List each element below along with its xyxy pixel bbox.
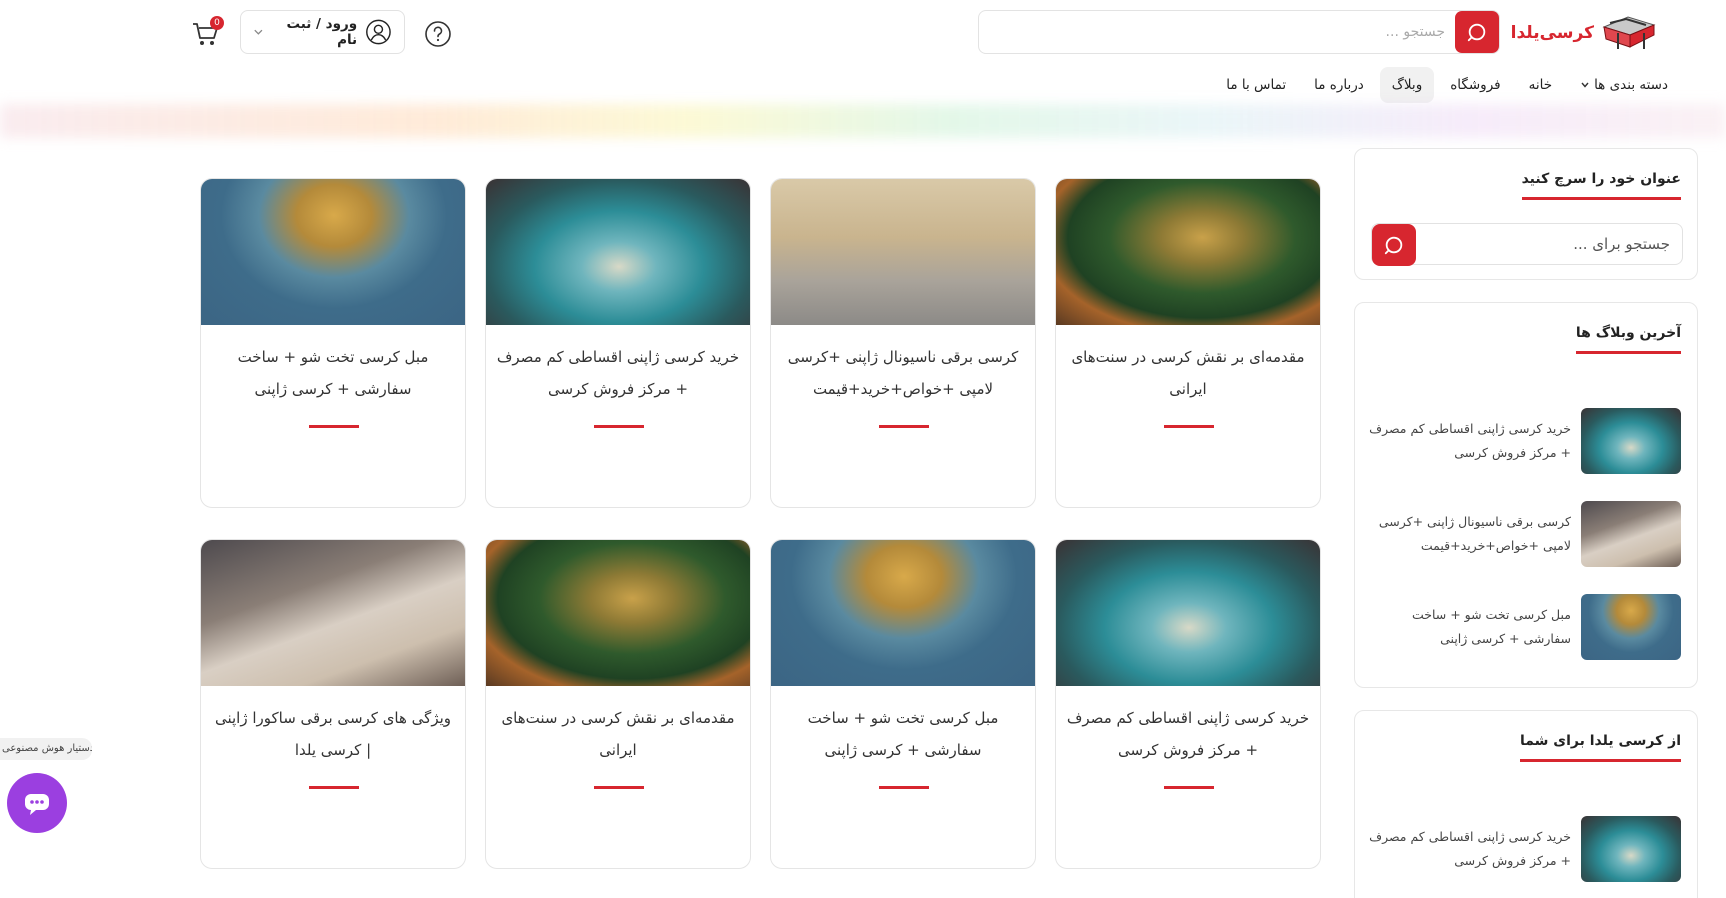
sidebar-post-title: خرید کرسی ژاپنی اقساطی کم مصرف + مرکز فر… [1369, 829, 1571, 868]
post-title: مقدمه‌ای بر نقش کرسی در سنت‌های ایرانی [501, 709, 735, 759]
post-image [201, 179, 465, 325]
post-title: خرید کرسی ژاپنی اقساطی کم مصرف + مرکز فر… [496, 348, 740, 398]
card-divider [879, 425, 929, 428]
post-card[interactable]: خرید کرسی ژاپنی اقساطی کم مصرف + مرکز فر… [1055, 539, 1321, 869]
post-card[interactable]: مبل کرسی تخت شو + ساخت سفارشی + کرسی ژاپ… [200, 178, 466, 508]
card-divider [594, 425, 644, 428]
post-image [771, 179, 1035, 325]
card-divider [1164, 425, 1214, 428]
nav-item-label: خانه [1528, 77, 1553, 93]
card-divider [1164, 786, 1214, 789]
login-label: ورود / ثبت نام [286, 16, 358, 48]
search-icon [1384, 236, 1403, 255]
post-card[interactable]: مقدمه‌ای بر نقش کرسی در سنت‌های ایرانی [1055, 178, 1321, 508]
nav-item-blog[interactable]: وبلاگ [1379, 67, 1435, 103]
nav-item-label: فروشگاه [1450, 77, 1501, 93]
nav-item-shop[interactable]: فروشگاه [1438, 67, 1512, 103]
nav-item-label: دسته بندی ها [1594, 77, 1668, 93]
search-icon [1467, 23, 1486, 42]
help-icon[interactable] [424, 20, 452, 48]
nav-item-label: تماس با ما [1226, 77, 1287, 93]
nav-item-home[interactable]: خانه [1517, 67, 1564, 103]
post-thumbnail [1581, 816, 1681, 882]
nav-item-about[interactable]: درباره ما [1302, 67, 1376, 103]
post-card[interactable]: خرید کرسی ژاپنی اقساطی کم مصرف + مرکز فر… [485, 178, 751, 508]
sidebar-search-title: عنوان خود را سرچ کنید [1521, 171, 1681, 200]
sidebar-search-button[interactable] [1372, 224, 1416, 266]
card-divider [594, 786, 644, 789]
sidebar-latest-title: آخرین وبلاگ ها [1575, 325, 1681, 354]
sidebar-post[interactable]: خرید کرسی ژاپنی اقساطی کم مصرف + مرکز فر… [1369, 407, 1681, 475]
sidebar-search-widget: عنوان خود را سرچ کنید [1354, 148, 1698, 280]
post-image [1056, 540, 1320, 686]
nav-item-label: درباره ما [1314, 77, 1364, 93]
post-image [771, 540, 1035, 686]
logo-text: کرسی‌یلدا [1510, 23, 1594, 43]
post-thumbnail [1581, 408, 1681, 474]
header-search-button[interactable] [1455, 11, 1499, 53]
post-image [486, 540, 750, 686]
main-nav: دسته بندی ها خانه فروشگاه وبلاگ درباره م… [1226, 66, 1680, 104]
sidebar-latest-widget: آخرین وبلاگ ها خرید کرسی ژاپنی اقساطی کم… [1354, 302, 1698, 688]
post-card[interactable]: مبل کرسی تخت شو + ساخت سفارشی + کرسی ژاپ… [770, 539, 1036, 869]
post-card[interactable]: کرسی برقی ناسیونال ژاپنی +کرسی لامپی +خو… [770, 178, 1036, 508]
post-title: ویژگی های کرسی برقی ساکورا ژاپنی | کرسی … [214, 709, 452, 759]
sidebar-post-title: کرسی برقی ناسیونال ژاپنی +کرسی لامپی +خو… [1378, 514, 1571, 553]
sidebar-post[interactable]: خرید کرسی ژاپنی اقساطی کم مصرف + مرکز فر… [1369, 815, 1681, 883]
cart-count-badge: 0 [210, 16, 224, 30]
nav-item-label: وبلاگ [1391, 77, 1423, 93]
card-divider [879, 786, 929, 789]
post-title: خرید کرسی ژاپنی اقساطی کم مصرف + مرکز فر… [1066, 709, 1310, 759]
post-image [1056, 179, 1320, 325]
card-divider [309, 425, 359, 428]
nav-item-contact[interactable]: تماس با ما [1214, 67, 1298, 103]
post-image [201, 540, 465, 686]
login-button[interactable]: ورود / ثبت نام [240, 10, 405, 54]
chevron-down-icon [254, 29, 263, 35]
site-header: کرسی‌یلدا ورود / ثبت نام 0 [0, 0, 1726, 66]
post-title: مبل کرسی تخت شو + ساخت سفارشی + کرسی ژاپ… [807, 709, 999, 759]
sidebar-post-title: خرید کرسی ژاپنی اقساطی کم مصرف + مرکز فر… [1369, 421, 1571, 460]
site-logo[interactable]: کرسی‌یلدا [1511, 10, 1658, 56]
sidebar-search [1371, 223, 1684, 266]
post-title: کرسی برقی ناسیونال ژاپنی +کرسی لامپی +خو… [787, 348, 1019, 398]
logo-icon [1600, 13, 1658, 53]
post-title: مقدمه‌ای بر نقش کرسی در سنت‌های ایرانی [1071, 348, 1305, 398]
cart-button[interactable]: 0 [190, 16, 224, 50]
sidebar-post-title: مبل کرسی تخت شو + ساخت سفارشی + کرسی ژاپ… [1411, 607, 1571, 646]
nav-item-categories[interactable]: دسته بندی ها [1568, 67, 1680, 103]
sidebar-for-you-title: از کرسی یلدا برای شما [1520, 733, 1681, 762]
post-thumbnail [1581, 594, 1681, 660]
post-image [486, 179, 750, 325]
chat-icon [25, 794, 49, 815]
sidebar-for-you-widget: از کرسی یلدا برای شما خرید کرسی ژاپنی اق… [1354, 710, 1698, 898]
post-thumbnail [1581, 501, 1681, 567]
header-search-input[interactable] [979, 11, 1463, 53]
chevron-down-icon [1581, 82, 1589, 88]
user-icon [366, 19, 391, 45]
sidebar-search-input[interactable] [1416, 224, 1684, 264]
sidebar-post[interactable]: کرسی برقی ناسیونال ژاپنی +کرسی لامپی +خو… [1369, 500, 1681, 568]
chat-assistant-button[interactable] [7, 773, 67, 833]
post-card[interactable]: مقدمه‌ای بر نقش کرسی در سنت‌های ایرانی [485, 539, 751, 869]
post-title: مبل کرسی تخت شو + ساخت سفارشی + کرسی ژاپ… [237, 348, 429, 398]
sidebar-post[interactable]: مبل کرسی تخت شو + ساخت سفارشی + کرسی ژاپ… [1369, 593, 1681, 661]
chat-assistant-label: دستیار هوش مصنوعی [0, 738, 92, 760]
post-card[interactable]: ویژگی های کرسی برقی ساکورا ژاپنی | کرسی … [200, 539, 466, 869]
header-search [978, 10, 1500, 54]
card-divider [309, 786, 359, 789]
decorative-gradient-band [0, 104, 1726, 138]
